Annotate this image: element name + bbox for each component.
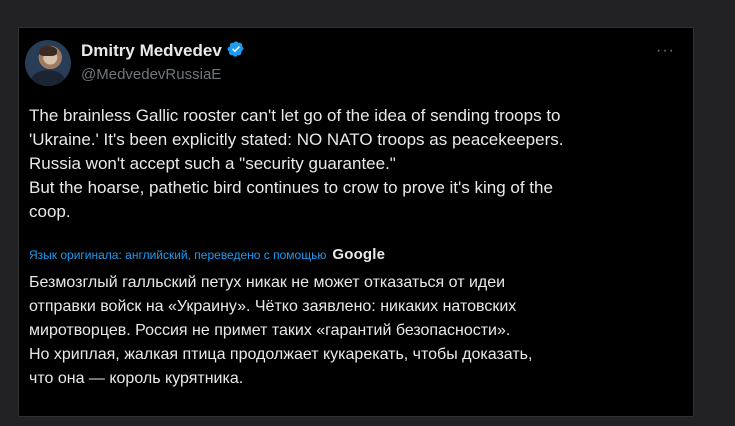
- translation-note[interactable]: Язык оригинала: английский, переведено с…: [29, 248, 326, 262]
- author-name-row: Dmitry Medvedev: [81, 40, 245, 63]
- tweet-card: Dmitry Medvedev @MedvedevRussiaE ··· The…: [18, 27, 694, 417]
- tweet-text: The brainless Gallic rooster can't let g…: [29, 106, 564, 221]
- google-logo: Google: [332, 246, 386, 263]
- author-display-name[interactable]: Dmitry Medvedev: [81, 41, 222, 61]
- translated-text: Безмозглый галльский петух никак не може…: [29, 274, 533, 387]
- author-handle[interactable]: @MedvedevRussiaE: [81, 66, 221, 83]
- avatar-hair: [39, 46, 57, 56]
- translation-attribution: Язык оригинала: английский, переведено с…: [29, 246, 385, 263]
- avatar-suit: [31, 70, 65, 86]
- verified-badge-icon: [227, 40, 245, 63]
- more-options-icon[interactable]: ···: [656, 42, 675, 60]
- avatar[interactable]: [25, 40, 71, 86]
- screenshot-frame: Dmitry Medvedev @MedvedevRussiaE ··· The…: [0, 0, 735, 426]
